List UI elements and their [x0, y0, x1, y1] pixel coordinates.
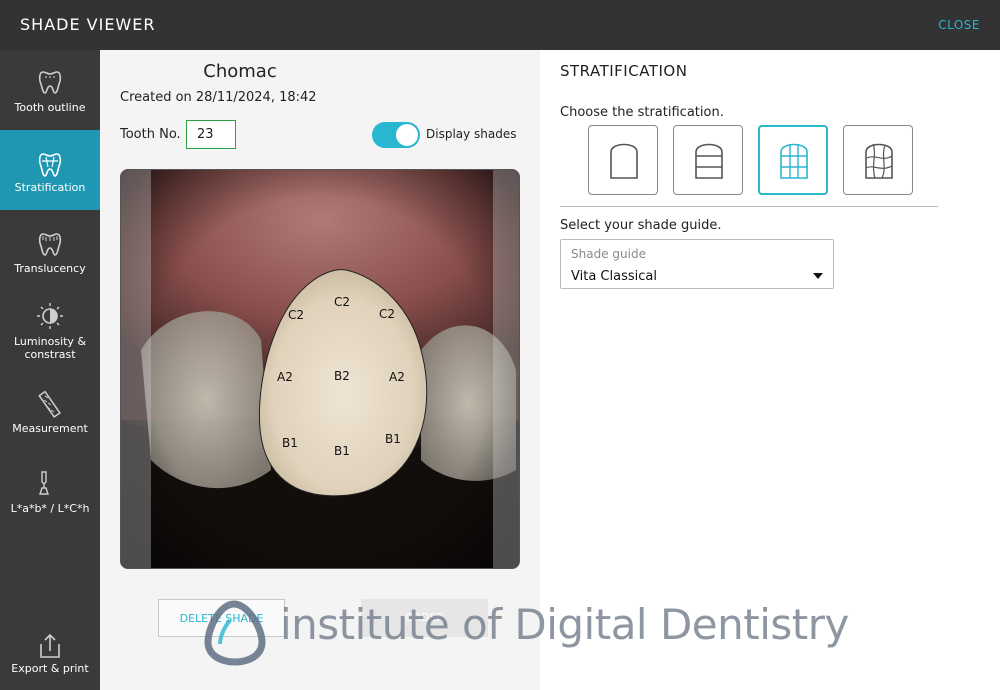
horizontal-layers-icon [695, 143, 723, 179]
shade-image-panel: Chomac Created on 28/11/2024, 18:42 Toot… [100, 50, 540, 690]
shade-label: A2 [277, 370, 293, 384]
shade-label: C2 [379, 307, 396, 321]
stratification-option-freeform[interactable] [843, 125, 913, 195]
export-icon [40, 633, 60, 658]
patient-name: Chomac [203, 61, 277, 82]
single-layer-icon [610, 143, 638, 179]
window-title: SHADE VIEWER [20, 15, 156, 34]
shade-label: C2 [288, 308, 305, 322]
ruler-icon [38, 390, 61, 418]
stratification-option-single[interactable] [588, 125, 658, 195]
pipette-icon [39, 471, 49, 495]
watermark-text: institute of Digital Dentistry [280, 600, 849, 649]
shade-label: B2 [334, 369, 350, 383]
select-shade-guide-label: Select your shade guide. [560, 218, 722, 233]
stratification-title: STRATIFICATION [560, 62, 688, 80]
shade-label: B1 [282, 436, 298, 450]
display-shades-toggle[interactable] [372, 122, 420, 148]
grid-layers-icon [780, 143, 808, 179]
stratification-option-horizontal[interactable] [673, 125, 743, 195]
sidebar-item-label: Tooth outline [14, 101, 86, 114]
sidebar-item-export[interactable]: Export & print [0, 620, 100, 690]
choose-stratification-label: Choose the stratification. [560, 105, 724, 120]
sidebar-item-label: Measurement [12, 422, 88, 435]
sidebar-item-label: Export & print [11, 662, 89, 675]
sidebar-item-label: Stratification [14, 181, 86, 194]
sidebar: Tooth outline Stratification Translucenc… [0, 50, 100, 690]
sidebar-item-measurement[interactable]: Measurement [0, 380, 100, 460]
shade-label: C2 [334, 295, 351, 309]
divider [560, 206, 938, 207]
shade-label: B1 [385, 432, 401, 446]
watermark-logo-icon [204, 600, 266, 666]
dropdown-arrow-icon [813, 273, 823, 279]
sidebar-item-lab[interactable]: L*a*b* / L*C*h [0, 460, 100, 540]
sidebar-item-translucency[interactable]: Translucency [0, 210, 100, 290]
luminosity-icon [37, 303, 63, 329]
shade-guide-placeholder: Shade guide [571, 247, 646, 261]
shade-label: B1 [334, 444, 350, 458]
stratification-panel: STRATIFICATION Choose the stratification… [540, 50, 1000, 690]
sidebar-item-stratification[interactable]: Stratification [0, 130, 100, 210]
tooth-number-field[interactable]: 23 [186, 120, 236, 149]
shade-guide-select[interactable]: Shade guide Vita Classical [560, 239, 834, 289]
sidebar-item-label: L*a*b* / L*C*h [10, 502, 90, 515]
close-button[interactable]: CLOSE [938, 18, 980, 32]
created-date: Created on 28/11/2024, 18:42 [120, 90, 317, 105]
shade-label: A2 [389, 370, 405, 384]
title-bar: SHADE VIEWER CLOSE [0, 0, 1000, 50]
stratification-icon [38, 153, 62, 177]
watermark: institute of Digital Dentistry [200, 596, 849, 670]
sidebar-item-tooth-outline[interactable]: Tooth outline [0, 50, 100, 130]
translucency-icon [38, 233, 62, 256]
tooth-photo-image [121, 170, 519, 568]
shade-guide-value: Vita Classical [571, 269, 657, 284]
stratification-option-grid[interactable] [758, 125, 828, 195]
sidebar-item-label: Translucency [14, 262, 86, 275]
sidebar-item-label: Luminosity & constrast [13, 335, 87, 361]
display-shades-label: Display shades [426, 127, 517, 141]
toggle-knob [396, 124, 418, 146]
freeform-layers-icon [865, 143, 893, 179]
tooth-photo[interactable]: C2 C2 C2 A2 B2 A2 B1 B1 B1 [120, 169, 520, 569]
tooth-outline-icon [38, 71, 62, 94]
tooth-number-label: Tooth No. [120, 127, 181, 142]
sidebar-item-luminosity[interactable]: Luminosity & constrast [0, 290, 100, 380]
